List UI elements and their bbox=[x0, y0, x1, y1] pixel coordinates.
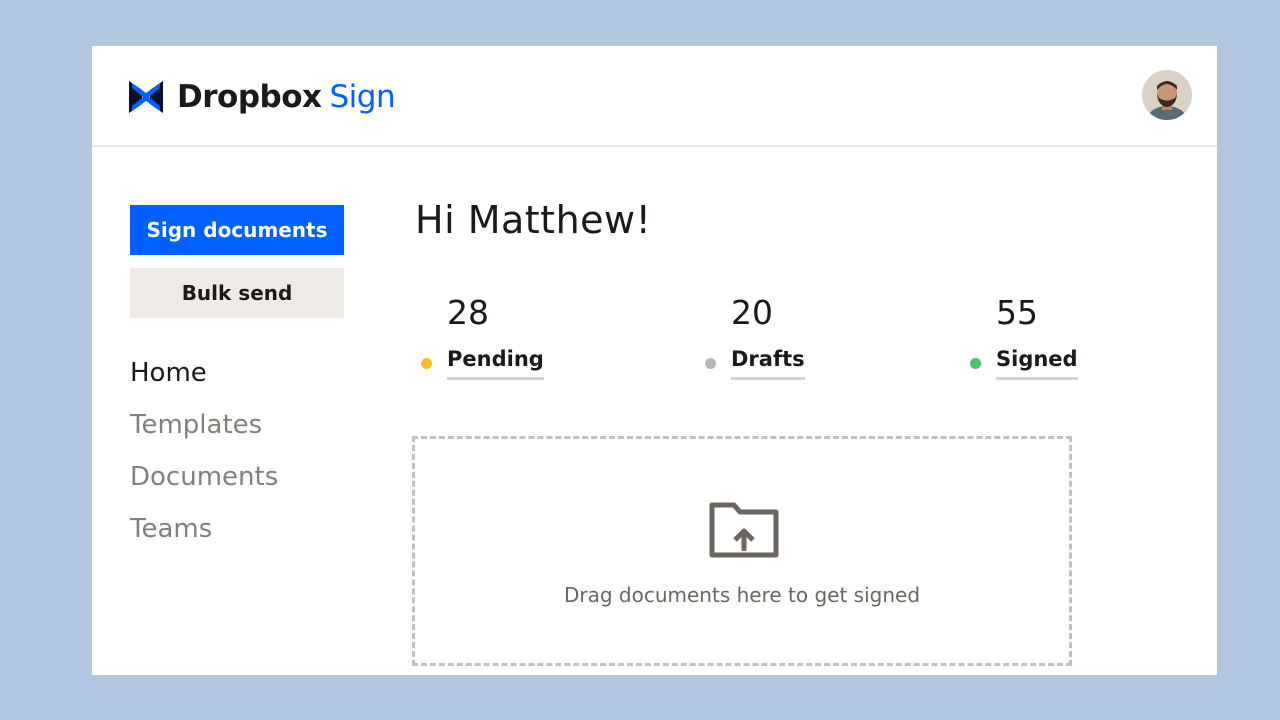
sidebar-item-templates[interactable]: Templates bbox=[130, 403, 278, 455]
pending-status-dot bbox=[421, 358, 432, 369]
stat-signed-count: 55 bbox=[996, 293, 1038, 332]
user-avatar-image bbox=[1142, 70, 1192, 120]
sidebar-item-documents[interactable]: Documents bbox=[130, 455, 278, 507]
stat-signed-label: Signed bbox=[996, 347, 1078, 380]
stat-signed: 55 Signed bbox=[970, 291, 1078, 380]
dropzone-text: Drag documents here to get signed bbox=[563, 583, 921, 607]
sidebar-nav: Home Templates Documents Teams bbox=[130, 351, 278, 559]
stat-drafts-count: 20 bbox=[731, 293, 773, 332]
sidebar-item-teams[interactable]: Teams bbox=[130, 507, 278, 559]
top-header: Dropbox Sign bbox=[92, 46, 1217, 147]
stat-drafts-label: Drafts bbox=[731, 347, 805, 380]
document-dropzone[interactable]: Drag documents here to get signed bbox=[412, 436, 1072, 666]
logo-brand: Dropbox bbox=[177, 79, 322, 115]
app-window: Dropbox Sign Sign documents Bulk send Hom… bbox=[92, 46, 1217, 675]
dropbox-sign-logo[interactable]: Dropbox Sign bbox=[129, 77, 396, 117]
greeting-title: Hi Matthew! bbox=[415, 198, 652, 242]
stat-drafts-link[interactable]: Drafts bbox=[705, 347, 805, 380]
stat-pending-count: 28 bbox=[447, 293, 489, 332]
stat-signed-link[interactable]: Signed bbox=[970, 347, 1078, 380]
dropbox-sign-logo-icon bbox=[129, 81, 163, 113]
drafts-status-dot bbox=[705, 358, 716, 369]
stat-drafts: 20 Drafts bbox=[705, 291, 805, 380]
bulk-send-button[interactable]: Bulk send bbox=[130, 268, 344, 318]
stat-pending-label: Pending bbox=[447, 347, 544, 380]
sidebar-item-home[interactable]: Home bbox=[130, 351, 278, 403]
logo-wordmark: Dropbox Sign bbox=[177, 79, 396, 115]
sign-documents-button[interactable]: Sign documents bbox=[130, 205, 344, 255]
stat-pending: 28 Pending bbox=[421, 291, 544, 380]
logo-product: Sign bbox=[329, 79, 396, 115]
user-avatar[interactable] bbox=[1142, 70, 1192, 120]
folder-upload-icon bbox=[709, 502, 779, 558]
stat-pending-link[interactable]: Pending bbox=[421, 347, 544, 380]
signed-status-dot bbox=[970, 358, 981, 369]
